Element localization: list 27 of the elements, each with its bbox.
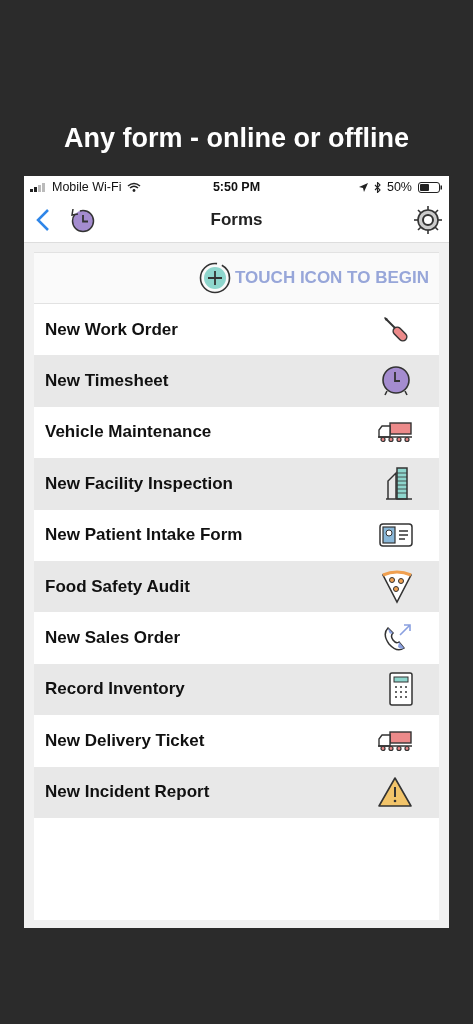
- nav-title: Forms: [209, 210, 264, 230]
- headline: Any form - online or offline: [64, 122, 409, 155]
- form-item[interactable]: Food Safety Audit: [34, 560, 439, 613]
- form-item[interactable]: Record Inventory: [34, 663, 439, 716]
- battery-percent: 50%: [386, 180, 412, 194]
- location-icon: [358, 182, 368, 192]
- back-icon[interactable]: [36, 208, 50, 232]
- carrier: Mobile Wi-Fi: [52, 180, 122, 194]
- signal-icon: [30, 182, 46, 192]
- warning-icon: [377, 776, 413, 809]
- truck-icon: [377, 421, 413, 444]
- form-item[interactable]: New Incident Report: [34, 766, 439, 818]
- history-icon[interactable]: [68, 206, 96, 234]
- form-item[interactable]: New Timesheet: [34, 355, 439, 407]
- prompt-text: TOUCH ICON TO BEGIN: [235, 268, 429, 288]
- bluetooth-icon: [373, 181, 381, 193]
- wifi-icon: [127, 182, 142, 192]
- form-item[interactable]: New Facility Inspection: [34, 458, 439, 510]
- building-icon: [385, 466, 413, 501]
- truck-icon: [377, 729, 413, 752]
- battery-icon: [418, 181, 443, 193]
- id-card-icon: [379, 523, 413, 548]
- clock-time: 5:50 PM: [211, 180, 262, 194]
- add-icon[interactable]: [199, 262, 232, 294]
- settings-icon[interactable]: [413, 205, 443, 235]
- calculator-icon: [389, 672, 413, 707]
- pizza-slice-icon: [381, 569, 413, 604]
